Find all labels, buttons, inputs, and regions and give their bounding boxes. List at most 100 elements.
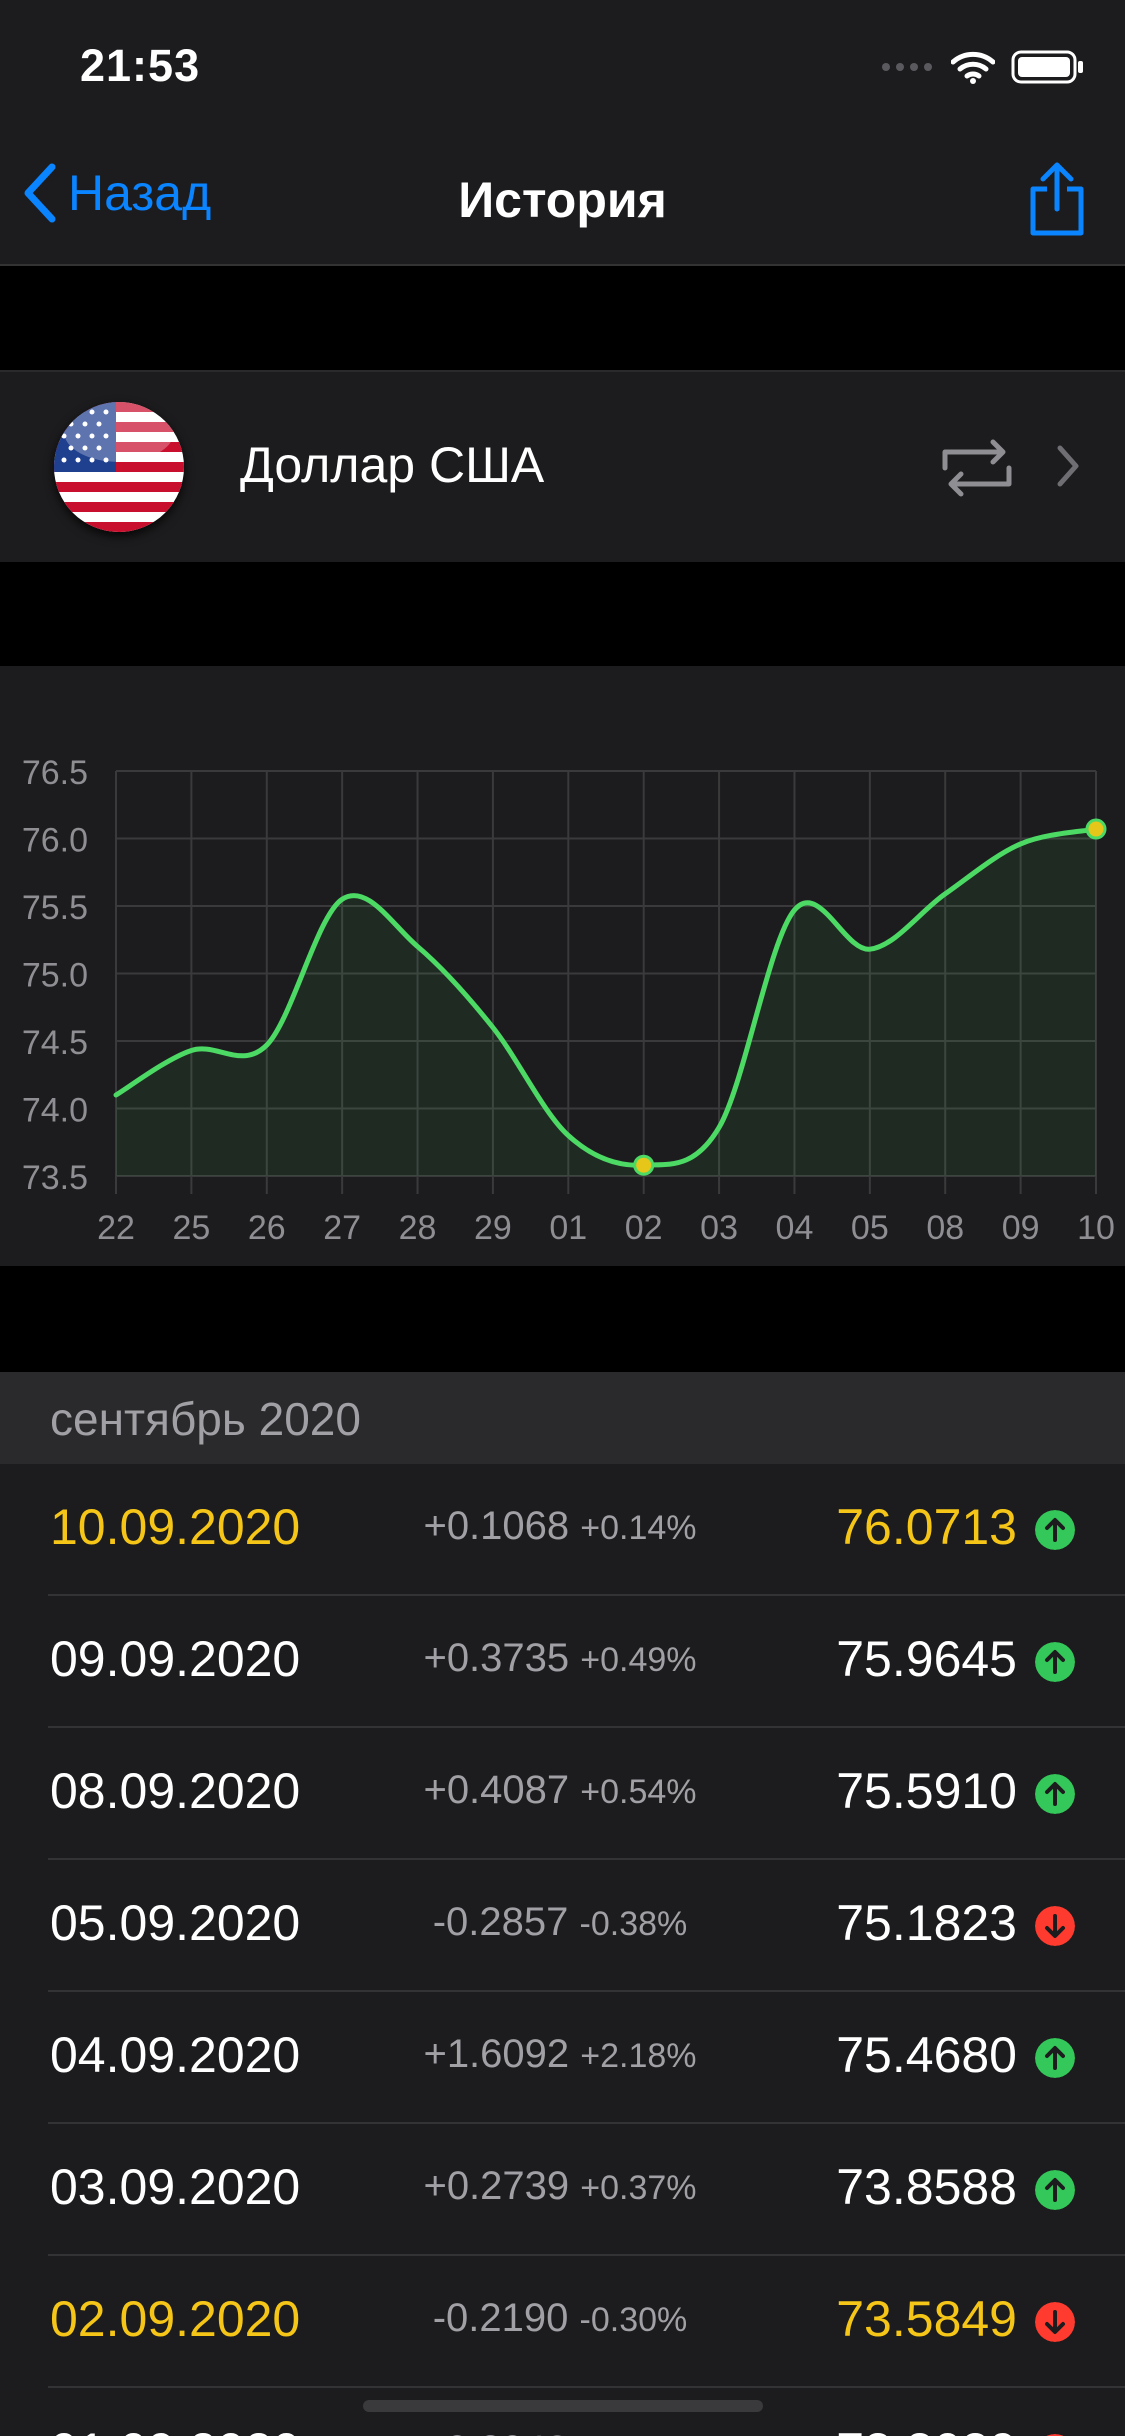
arrow-up-circle-icon	[1035, 1510, 1075, 1550]
rate-value: 73.8039	[836, 2422, 1017, 2436]
x-tick-label: 22	[97, 1209, 135, 1247]
rate-change-abs: +0.1068	[423, 1504, 570, 1548]
rate-change-abs: +0.3735	[423, 1636, 570, 1680]
rate-change-pct: -0.30%	[579, 2301, 688, 2339]
rate-date: 08.09.2020	[50, 1763, 301, 1819]
rate-date: 05.09.2020	[50, 1895, 301, 1951]
rate-change: +0.4087 +0.54%	[340, 1768, 780, 1813]
rate-value: 75.1823	[836, 1895, 1017, 1951]
wifi-icon	[951, 51, 995, 84]
rate-row[interactable]: 02.09.2020 -0.2190 -0.30% 73.5849	[0, 2256, 1125, 2388]
rate-change-abs: +0.4087	[423, 1768, 570, 1812]
x-tick-label: 28	[399, 1209, 437, 1247]
rate-change-abs: +0.2739	[423, 2164, 570, 2208]
arrow-up-circle-icon	[1035, 2170, 1075, 2210]
section-spacer	[0, 266, 1125, 370]
section-spacer	[0, 562, 1125, 666]
rate-value: 73.8588	[836, 2159, 1017, 2215]
highlight-point	[633, 1154, 655, 1176]
x-tick-label: 25	[172, 1209, 210, 1247]
history-chart: 76.5 76.0 75.5 75.0 74.5 74.0 73.5 22 25 26 27 28 29…	[0, 666, 1125, 1266]
chevron-right-icon	[1057, 445, 1079, 487]
y-tick-label: 73.5	[22, 1159, 88, 1197]
x-tick-label: 08	[926, 1209, 964, 1247]
y-tick-label: 74.0	[22, 1092, 88, 1130]
rate-change-abs: +1.6092	[423, 2032, 570, 2076]
x-tick-label: 04	[776, 1209, 814, 1247]
rate-row[interactable]: 09.09.2020 +0.3735 +0.49% 75.9645	[0, 1596, 1125, 1728]
highlight-point	[1085, 818, 1107, 840]
arrow-down-circle-icon	[1035, 1906, 1075, 1946]
y-tick-label: 75.5	[22, 889, 88, 927]
rate-date: 01.09.2020	[50, 2422, 300, 2436]
status-icons	[881, 50, 1085, 84]
rate-list: 10.09.2020 +0.1068 +0.14% 76.0713 09.09.202…	[0, 1464, 1125, 2436]
line-area	[116, 829, 1096, 1176]
x-tick-label: 02	[625, 1209, 663, 1247]
rate-date: 02.09.2020	[50, 2291, 301, 2347]
section-spacer	[0, 1266, 1125, 1372]
rate-change-abs: -0.3948	[433, 2428, 569, 2436]
rate-change: +1.6092 +2.18%	[340, 2032, 780, 2077]
rate-change: +0.1068 +0.14%	[340, 1504, 780, 1549]
month-label: сентябрь 2020	[50, 1393, 361, 1445]
rate-change: +0.2739 +0.37%	[340, 2164, 780, 2209]
rate-change-abs: -0.2857	[432, 1900, 569, 1944]
swap-icon[interactable]	[937, 438, 1017, 498]
page-title: История	[458, 172, 667, 228]
rate-row[interactable]: 08.09.2020 +0.4087 +0.54% 75.5910	[0, 1728, 1125, 1860]
line-chart: 76.5 76.0 75.5 75.0 74.5 74.0 73.522 25 26 27 28 29…	[22, 754, 1115, 1247]
rate-row[interactable]: 03.09.2020 +0.2739 +0.37% 73.8588	[0, 2124, 1125, 2256]
rate-change-pct: +0.14%	[580, 1509, 697, 1547]
y-tick-label: 74.5	[22, 1024, 88, 1062]
rate-value: 76.0713	[836, 1499, 1017, 1555]
arrow-up-circle-icon	[1035, 1774, 1075, 1814]
rate-change: -0.2857 -0.38%	[340, 1900, 780, 1945]
x-tick-label: 27	[323, 1209, 361, 1247]
home-indicator	[363, 2400, 763, 2412]
rate-date: 03.09.2020	[50, 2159, 301, 2215]
currency-selector[interactable]: Доллар США	[0, 370, 1125, 564]
signal-icon	[882, 63, 932, 71]
x-tick-label: 03	[700, 1209, 738, 1247]
rate-value: 73.5849	[836, 2291, 1017, 2347]
us-flag-icon	[54, 402, 184, 532]
rate-change-pct: -0.38%	[579, 1905, 688, 1943]
rate-change: -0.3948 -0.53%	[340, 2428, 780, 2436]
rate-value: 75.5910	[836, 1763, 1017, 1819]
month-header: сентябрь 2020	[0, 1372, 1125, 1464]
rate-change-pct: +0.54%	[580, 1773, 697, 1811]
arrow-up-circle-icon	[1035, 1642, 1075, 1682]
rate-date: 10.09.2020	[50, 1499, 301, 1555]
share-button[interactable]	[1027, 161, 1087, 242]
y-tick-label: 75.0	[22, 957, 88, 995]
status-bar: 21:53	[0, 0, 1125, 135]
navigation-bar: Назад История	[0, 135, 1125, 266]
x-tick-label: 09	[1002, 1209, 1040, 1247]
rate-date: 04.09.2020	[50, 2027, 301, 2083]
x-tick-label: 05	[851, 1209, 889, 1247]
rate-change-abs: -0.2190	[432, 2296, 569, 2340]
rate-change-pct: +2.18%	[580, 2037, 697, 2075]
arrow-up-circle-icon	[1035, 2038, 1075, 2078]
rate-value: 75.9645	[836, 1631, 1017, 1687]
x-tick-label: 26	[248, 1209, 286, 1247]
x-tick-label: 01	[549, 1209, 587, 1247]
currency-name: Доллар США	[240, 437, 545, 493]
battery-icon	[1011, 50, 1083, 84]
rate-row[interactable]: 04.09.2020 +1.6092 +2.18% 75.4680	[0, 1992, 1125, 2124]
rate-change-pct: +0.37%	[580, 2169, 697, 2207]
x-tick-label: 29	[474, 1209, 512, 1247]
status-time: 21:53	[80, 40, 201, 91]
rate-row[interactable]: 01.09.2020 -0.3948 -0.53% 73.8039	[0, 2388, 1125, 2436]
arrow-down-circle-icon	[1035, 2302, 1075, 2342]
rate-change: -0.2190 -0.30%	[340, 2296, 780, 2341]
rate-date: 09.09.2020	[50, 1631, 301, 1687]
rate-row[interactable]: 05.09.2020 -0.2857 -0.38% 75.1823	[0, 1860, 1125, 1992]
y-tick-label: 76.5	[22, 754, 88, 792]
rate-change-pct: +0.49%	[580, 1641, 697, 1679]
rate-value: 75.4680	[836, 2027, 1017, 2083]
x-tick-label: 10	[1077, 1209, 1115, 1247]
share-icon	[1030, 162, 1084, 236]
rate-row[interactable]: 10.09.2020 +0.1068 +0.14% 76.0713	[0, 1464, 1125, 1596]
